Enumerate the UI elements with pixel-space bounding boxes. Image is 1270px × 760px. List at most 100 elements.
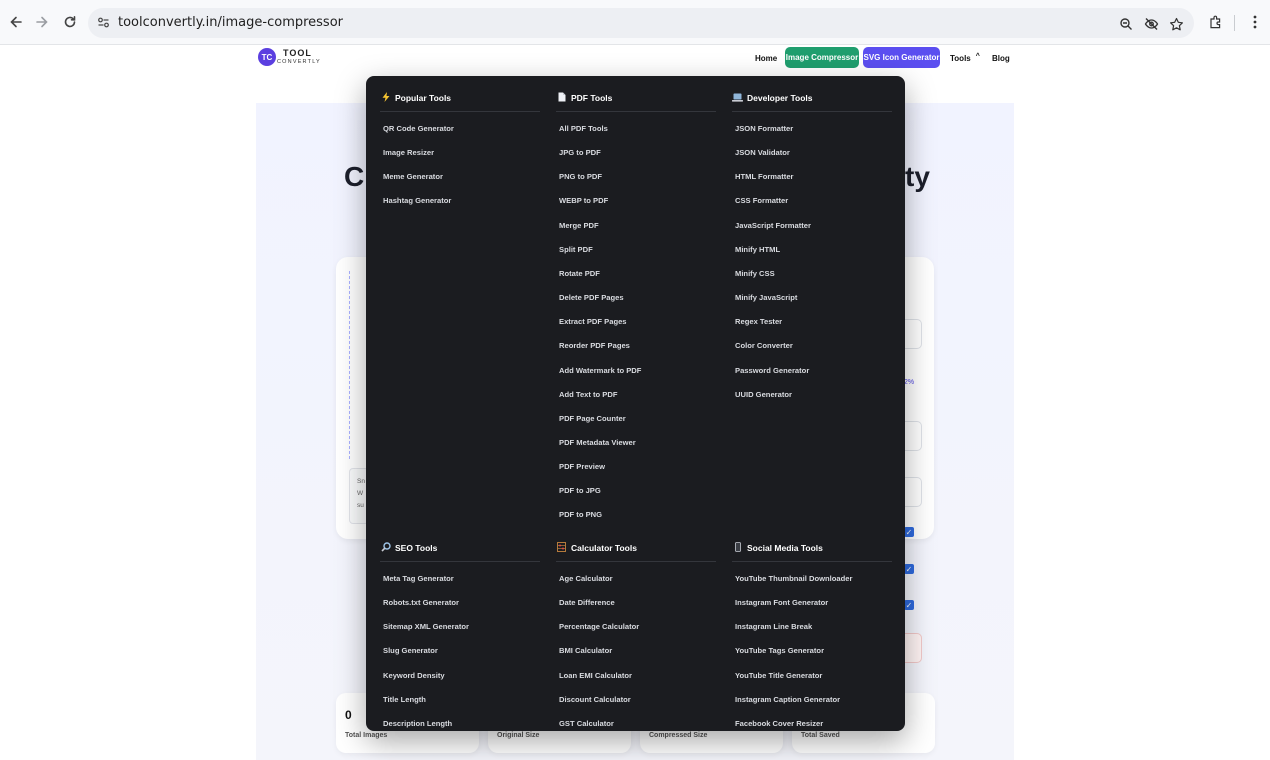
nav-tools[interactable]: Tools ^ bbox=[950, 47, 980, 69]
menu-divider bbox=[380, 111, 540, 112]
url-text[interactable]: toolconvertly.in/image-compressor bbox=[118, 15, 343, 30]
menu-item-add-text-to-pdf[interactable]: Add Text to PDF bbox=[559, 390, 618, 399]
menu-heading-seo: SEO Tools bbox=[380, 540, 437, 556]
menu-item-png-to-pdf[interactable]: PNG to PDF bbox=[559, 172, 602, 181]
menu-item-percentage-calculator[interactable]: Percentage Calculator bbox=[559, 622, 639, 631]
magnifier-icon bbox=[380, 542, 391, 554]
menu-item-slug-generator[interactable]: Slug Generator bbox=[383, 646, 438, 655]
menu-item-title-length[interactable]: Title Length bbox=[383, 695, 426, 704]
site-logo[interactable]: TC TOOL CONVERTLY bbox=[258, 47, 328, 69]
menu-item-minify-css[interactable]: Minify CSS bbox=[735, 269, 775, 278]
nav-svg-icon-generator[interactable]: SVG Icon Generator bbox=[863, 47, 940, 68]
menu-heading-label: Developer Tools bbox=[747, 93, 813, 103]
menu-item-reorder-pdf-pages[interactable]: Reorder PDF Pages bbox=[559, 341, 630, 350]
option-checkbox-1[interactable]: ✓ bbox=[904, 527, 914, 537]
stat-label: Compressed Size bbox=[649, 732, 708, 739]
menu-item-age-calculator[interactable]: Age Calculator bbox=[559, 574, 613, 583]
menu-item-facebook-cover-resizer[interactable]: Facebook Cover Resizer bbox=[735, 719, 823, 728]
menu-heading-label: Popular Tools bbox=[395, 93, 452, 103]
menu-item-merge-pdf[interactable]: Merge PDF bbox=[559, 221, 599, 230]
stat-label: Total Images bbox=[345, 732, 388, 739]
menu-item-delete-pdf-pages[interactable]: Delete PDF Pages bbox=[559, 293, 624, 302]
menu-item-gst-calculator[interactable]: GST Calculator bbox=[559, 719, 614, 728]
menu-divider bbox=[732, 561, 892, 562]
menu-item-instagram-line-break[interactable]: Instagram Line Break bbox=[735, 622, 812, 631]
extensions-icon[interactable] bbox=[1205, 12, 1225, 32]
menu-item-sitemap-xml-generator[interactable]: Sitemap XML Generator bbox=[383, 622, 469, 631]
nav-blog[interactable]: Blog bbox=[992, 47, 1010, 69]
menu-item-html-formatter[interactable]: HTML Formatter bbox=[735, 172, 794, 181]
menu-item-instagram-caption-generator[interactable]: Instagram Caption Generator bbox=[735, 695, 840, 704]
menu-item-uuid-generator[interactable]: UUID Generator bbox=[735, 390, 792, 399]
browser-toolbar: toolconvertly.in/image-compressor bbox=[0, 0, 1270, 45]
menu-kebab-icon[interactable] bbox=[1245, 12, 1265, 32]
forward-icon[interactable] bbox=[30, 10, 54, 34]
nav-tools-caret-icon: ^ bbox=[975, 52, 980, 60]
menu-item-loan-emi-calculator[interactable]: Loan EMI Calculator bbox=[559, 671, 632, 680]
menu-heading-social: Social Media Tools bbox=[732, 540, 823, 556]
menu-item-pdf-to-png[interactable]: PDF to PNG bbox=[559, 510, 602, 519]
toolbar-separator bbox=[1234, 15, 1235, 31]
logo-mark: TC bbox=[258, 48, 276, 66]
menu-item-meta-tag-generator[interactable]: Meta Tag Generator bbox=[383, 574, 454, 583]
tools-mega-menu: Popular Tools PDF Tools Developer Tools … bbox=[366, 76, 905, 731]
menu-item-webp-to-pdf[interactable]: WEBP to PDF bbox=[559, 196, 608, 205]
menu-heading-label: Calculator Tools bbox=[571, 543, 637, 553]
menu-item-split-pdf[interactable]: Split PDF bbox=[559, 245, 593, 254]
menu-item-robots-txt-generator[interactable]: Robots.txt Generator bbox=[383, 598, 459, 607]
menu-item-add-watermark-to-pdf[interactable]: Add Watermark to PDF bbox=[559, 366, 641, 375]
menu-item-date-difference[interactable]: Date Difference bbox=[559, 598, 615, 607]
page-title-left-fragment: C bbox=[344, 161, 365, 192]
zoom-icon[interactable] bbox=[1117, 15, 1135, 33]
menu-item-instagram-font-generator[interactable]: Instagram Font Generator bbox=[735, 598, 828, 607]
back-icon[interactable] bbox=[4, 10, 28, 34]
option-checkbox-3[interactable]: ✓ bbox=[904, 600, 914, 610]
menu-item-css-formatter[interactable]: CSS Formatter bbox=[735, 196, 788, 205]
phone-icon bbox=[732, 542, 743, 554]
menu-item-all-pdf-tools[interactable]: All PDF Tools bbox=[559, 124, 608, 133]
quality-percent: 2% bbox=[904, 379, 915, 386]
option-checkbox-2[interactable]: ✓ bbox=[904, 564, 914, 574]
menu-item-pdf-page-counter[interactable]: PDF Page Counter bbox=[559, 414, 626, 423]
menu-item-keyword-density[interactable]: Keyword Density bbox=[383, 671, 445, 680]
logo-text: TOOL bbox=[283, 48, 312, 58]
menu-item-jpg-to-pdf[interactable]: JPG to PDF bbox=[559, 148, 601, 157]
menu-item-minify-javascript[interactable]: Minify JavaScript bbox=[735, 293, 797, 302]
menu-item-bmi-calculator[interactable]: BMI Calculator bbox=[559, 646, 612, 655]
nav-image-compressor[interactable]: Image Compressor bbox=[785, 47, 859, 68]
menu-item-json-formatter[interactable]: JSON Formatter bbox=[735, 124, 793, 133]
menu-item-description-length[interactable]: Description Length bbox=[383, 719, 452, 728]
menu-item-color-converter[interactable]: Color Converter bbox=[735, 341, 793, 350]
menu-item-youtube-title-generator[interactable]: YouTube Title Generator bbox=[735, 671, 822, 680]
stat-value: 0 bbox=[345, 708, 352, 722]
note-line-1: Sn bbox=[357, 478, 365, 485]
menu-item-regex-tester[interactable]: Regex Tester bbox=[735, 317, 782, 326]
menu-item-json-validator[interactable]: JSON Validator bbox=[735, 148, 790, 157]
laptop-icon bbox=[732, 93, 743, 104]
reload-icon[interactable] bbox=[58, 10, 82, 34]
nav-home[interactable]: Home bbox=[755, 47, 777, 69]
menu-item-pdf-preview[interactable]: PDF Preview bbox=[559, 462, 605, 471]
site-settings-icon[interactable] bbox=[97, 16, 110, 34]
menu-item-meme-generator[interactable]: Meme Generator bbox=[383, 172, 443, 181]
menu-item-hashtag-generator[interactable]: Hashtag Generator bbox=[383, 196, 451, 205]
menu-item-extract-pdf-pages[interactable]: Extract PDF Pages bbox=[559, 317, 627, 326]
menu-item-rotate-pdf[interactable]: Rotate PDF bbox=[559, 269, 600, 278]
menu-item-pdf-to-jpg[interactable]: PDF to JPG bbox=[559, 486, 601, 495]
menu-item-password-generator[interactable]: Password Generator bbox=[735, 366, 809, 375]
menu-item-javascript-formatter[interactable]: JavaScript Formatter bbox=[735, 221, 811, 230]
menu-heading-pdf: PDF Tools bbox=[556, 90, 612, 106]
page-title-right-fragment: ty bbox=[905, 161, 930, 192]
menu-item-pdf-metadata-viewer[interactable]: PDF Metadata Viewer bbox=[559, 438, 636, 447]
eye-off-icon[interactable] bbox=[1142, 15, 1160, 33]
menu-heading-label: SEO Tools bbox=[395, 543, 438, 553]
menu-item-qr-code-generator[interactable]: QR Code Generator bbox=[383, 124, 454, 133]
upload-dropzone[interactable] bbox=[349, 271, 367, 459]
menu-item-discount-calculator[interactable]: Discount Calculator bbox=[559, 695, 631, 704]
bookmark-star-icon[interactable] bbox=[1167, 15, 1185, 33]
address-bar[interactable]: toolconvertly.in/image-compressor bbox=[88, 8, 1194, 38]
menu-item-image-resizer[interactable]: Image Resizer bbox=[383, 148, 434, 157]
menu-item-minify-html[interactable]: Minify HTML bbox=[735, 245, 780, 254]
menu-item-youtube-thumbnail-downloader[interactable]: YouTube Thumbnail Downloader bbox=[735, 574, 852, 583]
menu-item-youtube-tags-generator[interactable]: YouTube Tags Generator bbox=[735, 646, 824, 655]
